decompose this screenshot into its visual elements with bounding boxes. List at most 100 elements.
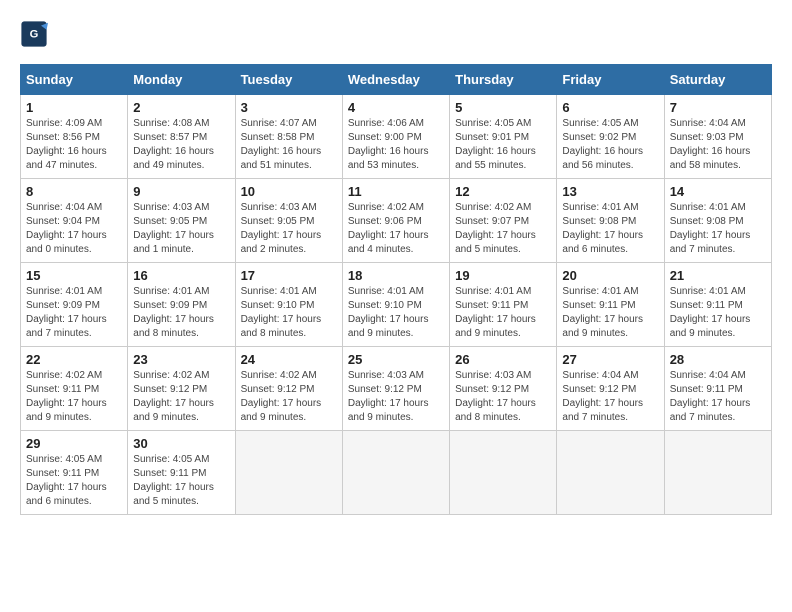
calendar-day-cell <box>235 431 342 515</box>
day-header: Saturday <box>664 65 771 95</box>
calendar-day-cell: 12 Sunrise: 4:02 AMSunset: 9:07 PMDayligh… <box>450 179 557 263</box>
day-info: Sunrise: 4:09 AMSunset: 8:56 PMDaylight:… <box>26 117 122 173</box>
day-info: Sunrise: 4:01 AMSunset: 9:08 PMDaylight:… <box>562 201 658 257</box>
calendar-day-cell: 8 Sunrise: 4:04 AMSunset: 9:04 PMDaylight… <box>21 179 128 263</box>
calendar-table: SundayMondayTuesdayWednesdayThursdayFrid… <box>20 64 772 515</box>
day-info: Sunrise: 4:04 AMSunset: 9:03 PMDaylight:… <box>670 117 766 173</box>
day-number: 11 <box>348 184 444 199</box>
day-number: 22 <box>26 352 122 367</box>
day-info: Sunrise: 4:06 AMSunset: 9:00 PMDaylight:… <box>348 117 444 173</box>
day-number: 14 <box>670 184 766 199</box>
day-number: 9 <box>133 184 229 199</box>
calendar-day-cell: 1 Sunrise: 4:09 AMSunset: 8:56 PMDaylight… <box>21 95 128 179</box>
day-info: Sunrise: 4:02 AMSunset: 9:07 PMDaylight:… <box>455 201 551 257</box>
logo-icon: G <box>20 20 48 48</box>
calendar-day-cell: 3Sunrise: 4:07 AMSunset: 8:58 PMDaylight… <box>235 95 342 179</box>
day-info: Sunrise: 4:03 AMSunset: 9:12 PMDaylight:… <box>348 369 444 425</box>
day-number: 21 <box>670 268 766 283</box>
calendar-day-cell: 25 Sunrise: 4:03 AMSunset: 9:12 PMDayligh… <box>342 347 449 431</box>
day-info: Sunrise: 4:01 AMSunset: 9:09 PMDaylight:… <box>133 285 229 341</box>
calendar-body: 1 Sunrise: 4:09 AMSunset: 8:56 PMDaylight… <box>21 95 772 515</box>
calendar-day-cell: 9Sunrise: 4:03 AMSunset: 9:05 PMDaylight… <box>128 179 235 263</box>
calendar-day-cell: 29 Sunrise: 4:05 AMSunset: 9:11 PMDayligh… <box>21 431 128 515</box>
day-info: Sunrise: 4:07 AMSunset: 8:58 PMDaylight:… <box>241 117 337 173</box>
day-info: Sunrise: 4:01 AMSunset: 9:11 PMDaylight:… <box>670 285 766 341</box>
calendar-day-cell: 14 Sunrise: 4:01 AMSunset: 9:08 PMDayligh… <box>664 179 771 263</box>
calendar-day-cell: 15Sunrise: 4:01 AMSunset: 9:09 PMDayligh… <box>21 263 128 347</box>
day-info: Sunrise: 4:03 AMSunset: 9:05 PMDaylight:… <box>241 201 337 257</box>
calendar-header: SundayMondayTuesdayWednesdayThursdayFrid… <box>21 65 772 95</box>
day-info: Sunrise: 4:01 AMSunset: 9:11 PMDaylight:… <box>455 285 551 341</box>
day-info: Sunrise: 4:02 AMSunset: 9:12 PMDaylight:… <box>241 369 337 425</box>
day-info: Sunrise: 4:05 AMSunset: 9:01 PMDaylight:… <box>455 117 551 173</box>
day-number: 8 <box>26 184 122 199</box>
calendar-day-cell: 5 Sunrise: 4:05 AMSunset: 9:01 PMDaylight… <box>450 95 557 179</box>
calendar-day-cell <box>664 431 771 515</box>
day-number: 10 <box>241 184 337 199</box>
calendar-week-row: 29 Sunrise: 4:05 AMSunset: 9:11 PMDayligh… <box>21 431 772 515</box>
day-header: Friday <box>557 65 664 95</box>
day-header: Tuesday <box>235 65 342 95</box>
day-info: Sunrise: 4:05 AMSunset: 9:11 PMDaylight:… <box>133 453 229 509</box>
day-info: Sunrise: 4:05 AMSunset: 9:11 PMDaylight:… <box>26 453 122 509</box>
day-header: Sunday <box>21 65 128 95</box>
day-info: Sunrise: 4:04 AMSunset: 9:04 PMDaylight:… <box>26 201 122 257</box>
logo: G <box>20 20 50 48</box>
day-number: 26 <box>455 352 551 367</box>
calendar-day-cell: 2 Sunrise: 4:08 AMSunset: 8:57 PMDaylight… <box>128 95 235 179</box>
calendar-day-cell <box>557 431 664 515</box>
calendar-day-cell: 13 Sunrise: 4:01 AMSunset: 9:08 PMDayligh… <box>557 179 664 263</box>
calendar-day-cell: 28Sunrise: 4:04 AMSunset: 9:11 PMDayligh… <box>664 347 771 431</box>
calendar-week-row: 8 Sunrise: 4:04 AMSunset: 9:04 PMDaylight… <box>21 179 772 263</box>
day-number: 2 <box>133 100 229 115</box>
calendar-day-cell <box>342 431 449 515</box>
calendar-day-cell: 7 Sunrise: 4:04 AMSunset: 9:03 PMDaylight… <box>664 95 771 179</box>
day-number: 13 <box>562 184 658 199</box>
day-number: 15 <box>26 268 122 283</box>
day-info: Sunrise: 4:01 AMSunset: 9:08 PMDaylight:… <box>670 201 766 257</box>
day-info: Sunrise: 4:08 AMSunset: 8:57 PMDaylight:… <box>133 117 229 173</box>
day-number: 5 <box>455 100 551 115</box>
calendar-day-cell: 21 Sunrise: 4:01 AMSunset: 9:11 PMDayligh… <box>664 263 771 347</box>
day-info: Sunrise: 4:01 AMSunset: 9:11 PMDaylight:… <box>562 285 658 341</box>
day-number: 17 <box>241 268 337 283</box>
calendar-day-cell: 17 Sunrise: 4:01 AMSunset: 9:10 PMDayligh… <box>235 263 342 347</box>
day-number: 27 <box>562 352 658 367</box>
day-info: Sunrise: 4:02 AMSunset: 9:12 PMDaylight:… <box>133 369 229 425</box>
day-info: Sunrise: 4:01 AMSunset: 9:10 PMDaylight:… <box>348 285 444 341</box>
day-info: Sunrise: 4:02 AMSunset: 9:11 PMDaylight:… <box>26 369 122 425</box>
calendar-day-cell: 24 Sunrise: 4:02 AMSunset: 9:12 PMDayligh… <box>235 347 342 431</box>
day-number: 4 <box>348 100 444 115</box>
calendar-week-row: 1 Sunrise: 4:09 AMSunset: 8:56 PMDaylight… <box>21 95 772 179</box>
day-number: 25 <box>348 352 444 367</box>
day-number: 24 <box>241 352 337 367</box>
calendar-day-cell: 19Sunrise: 4:01 AMSunset: 9:11 PMDayligh… <box>450 263 557 347</box>
day-info: Sunrise: 4:03 AMSunset: 9:12 PMDaylight:… <box>455 369 551 425</box>
calendar-day-cell: 30 Sunrise: 4:05 AMSunset: 9:11 PMDayligh… <box>128 431 235 515</box>
day-number: 23 <box>133 352 229 367</box>
day-info: Sunrise: 4:05 AMSunset: 9:02 PMDaylight:… <box>562 117 658 173</box>
calendar-day-cell: 18 Sunrise: 4:01 AMSunset: 9:10 PMDayligh… <box>342 263 449 347</box>
svg-text:G: G <box>30 29 39 41</box>
calendar-header-row: SundayMondayTuesdayWednesdayThursdayFrid… <box>21 65 772 95</box>
day-info: Sunrise: 4:01 AMSunset: 9:10 PMDaylight:… <box>241 285 337 341</box>
calendar-week-row: 22 Sunrise: 4:02 AMSunset: 9:11 PMDayligh… <box>21 347 772 431</box>
day-header: Wednesday <box>342 65 449 95</box>
calendar-day-cell: 26 Sunrise: 4:03 AMSunset: 9:12 PMDayligh… <box>450 347 557 431</box>
calendar-day-cell: 16Sunrise: 4:01 AMSunset: 9:09 PMDayligh… <box>128 263 235 347</box>
calendar-day-cell: 22 Sunrise: 4:02 AMSunset: 9:11 PMDayligh… <box>21 347 128 431</box>
day-info: Sunrise: 4:04 AMSunset: 9:12 PMDaylight:… <box>562 369 658 425</box>
day-info: Sunrise: 4:02 AMSunset: 9:06 PMDaylight:… <box>348 201 444 257</box>
day-number: 1 <box>26 100 122 115</box>
day-number: 12 <box>455 184 551 199</box>
day-header: Monday <box>128 65 235 95</box>
calendar-day-cell: 20Sunrise: 4:01 AMSunset: 9:11 PMDayligh… <box>557 263 664 347</box>
day-number: 7 <box>670 100 766 115</box>
day-info: Sunrise: 4:04 AMSunset: 9:11 PMDaylight:… <box>670 369 766 425</box>
day-number: 30 <box>133 436 229 451</box>
calendar-day-cell: 23 Sunrise: 4:02 AMSunset: 9:12 PMDayligh… <box>128 347 235 431</box>
day-header: Thursday <box>450 65 557 95</box>
day-number: 18 <box>348 268 444 283</box>
page-header: G <box>20 20 772 48</box>
day-number: 29 <box>26 436 122 451</box>
